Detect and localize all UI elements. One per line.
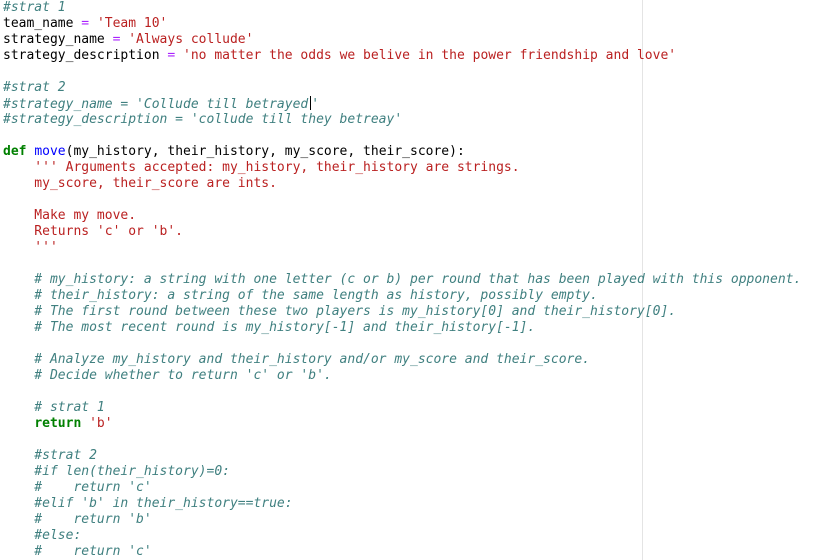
identifier: strategy_description	[3, 48, 160, 63]
comment: # their_history: a string of the same le…	[3, 288, 598, 303]
comment: #if len(their_history)=0:	[3, 464, 230, 479]
comment: #strat 2	[3, 80, 66, 95]
code-line-30[interactable]: #if len(their_history)=0:	[3, 464, 230, 480]
code-line-18[interactable]: # my_history: a string with one letter (…	[3, 272, 801, 288]
docstring: Returns 'c' or 'b'.	[3, 224, 184, 239]
identifier: strategy_name	[3, 32, 105, 47]
comment: # strat 1	[3, 400, 105, 415]
code-editor[interactable]: #strat 1 team_name = 'Team 10' strategy_…	[0, 0, 840, 560]
code-line-12[interactable]: my_score, their_score are ints.	[3, 176, 277, 192]
string-literal: 'Team 10'	[96, 16, 168, 31]
comment: #else:	[3, 528, 82, 543]
operator: =	[81, 16, 90, 31]
code-line-33[interactable]: # return 'b'	[3, 512, 152, 528]
comment: #strategy_description = 'collude till th…	[3, 112, 403, 127]
docstring: '''	[3, 240, 58, 255]
code-line-4[interactable]: strategy_description = 'no matter the od…	[3, 48, 676, 64]
comment: #strat 1	[3, 0, 66, 15]
code-line-10[interactable]: def move(my_history, their_history, my_s…	[3, 144, 465, 160]
string-literal: 'b'	[89, 416, 113, 431]
code-line-15[interactable]: Returns 'c' or 'b'.	[3, 224, 183, 240]
comment: # The most recent round is my_history[-1…	[3, 320, 536, 335]
code-line-31[interactable]: # return 'c'	[3, 480, 152, 496]
code-line-27[interactable]: return 'b'	[3, 416, 113, 432]
comment: # return 'b'	[3, 512, 152, 527]
docstring: Make my move.	[3, 208, 137, 223]
code-line-11[interactable]: ''' Arguments accepted: my_history, thei…	[3, 160, 520, 176]
code-line-1[interactable]: #strat 1	[3, 0, 66, 16]
code-line-8[interactable]: #strategy_description = 'collude till th…	[3, 112, 402, 128]
code-line-23[interactable]: # Analyze my_history and their_history a…	[3, 352, 590, 368]
comment: # my_history: a string with one letter (…	[3, 272, 802, 287]
keyword: def	[3, 144, 27, 159]
docstring: ''' Arguments accepted: my_history, thei…	[3, 160, 520, 175]
comment: #strat 2	[3, 448, 97, 463]
code-line-7[interactable]: #strategy_name = 'Collude till betrayed '	[3, 96, 319, 112]
operator: =	[167, 48, 176, 63]
keyword: return	[34, 416, 82, 431]
code-line-32[interactable]: #elif 'b' in their_history==true:	[3, 496, 293, 512]
comment: # return 'c'	[3, 480, 152, 495]
code-line-26[interactable]: # strat 1	[3, 400, 105, 416]
parameters: (my_history, their_history, my_score, th…	[65, 144, 465, 159]
comment: '	[311, 97, 320, 112]
code-line-14[interactable]: Make my move.	[3, 208, 136, 224]
string-literal: 'no matter the odds we belive in the pow…	[183, 48, 677, 63]
code-line-6[interactable]: #strat 2	[3, 80, 66, 96]
code-line-2[interactable]: team_name = 'Team 10'	[3, 16, 167, 32]
code-line-35[interactable]: # return 'c'	[3, 544, 152, 560]
code-line-34[interactable]: #else:	[3, 528, 81, 544]
code-line-19[interactable]: # their_history: a string of the same le…	[3, 288, 598, 304]
comment: #elif 'b' in their_history==true:	[3, 496, 293, 511]
function-name: move	[34, 144, 66, 159]
code-line-29[interactable]: #strat 2	[3, 448, 97, 464]
operator: =	[112, 32, 121, 47]
docstring: my_score, their_score are ints.	[3, 176, 277, 191]
code-line-24[interactable]: # Decide whether to return 'c' or 'b'.	[3, 368, 332, 384]
identifier: team_name	[3, 16, 74, 31]
comment: # return 'c'	[3, 544, 152, 559]
comment: # The first round between these two play…	[3, 304, 677, 319]
comment: # Decide whether to return 'c' or 'b'.	[3, 368, 332, 383]
code-line-16[interactable]: '''	[3, 240, 58, 256]
comment: #strategy_name = 'Collude till betrayed	[3, 97, 309, 112]
code-line-3[interactable]: strategy_name = 'Always collude'	[3, 32, 253, 48]
comment: # Analyze my_history and their_history a…	[3, 352, 590, 367]
string-literal: 'Always collude'	[128, 32, 254, 47]
code-line-21[interactable]: # The most recent round is my_history[-1…	[3, 320, 535, 336]
code-line-20[interactable]: # The first round between these two play…	[3, 304, 676, 320]
